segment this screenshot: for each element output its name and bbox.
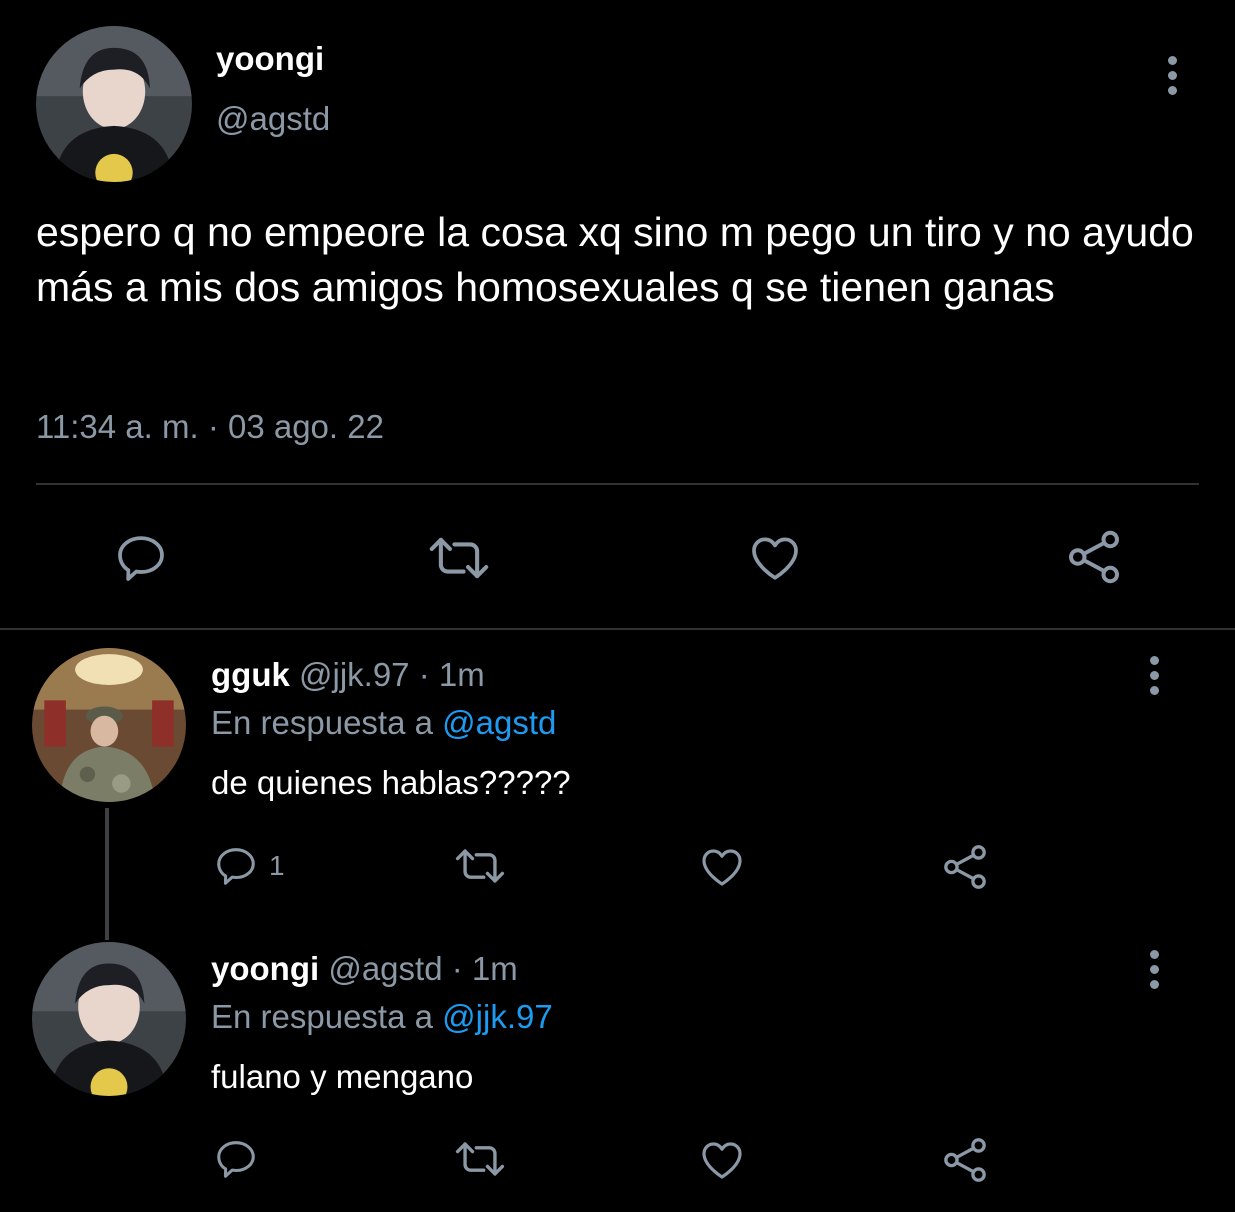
main-tweet-avatar[interactable] <box>36 26 192 182</box>
retweet-icon <box>455 849 505 883</box>
reply-1-context-prefix: En respuesta a <box>211 704 433 741</box>
reply-1-reply-button[interactable]: 1 <box>213 843 285 889</box>
like-icon <box>752 537 798 580</box>
main-reply-button[interactable] <box>113 530 169 586</box>
reply-1-retweet-button[interactable] <box>452 843 508 889</box>
reply-1-more-icon[interactable] <box>1139 650 1169 700</box>
reply-2-retweet-button[interactable] <box>452 1136 508 1182</box>
share-icon <box>944 1138 986 1182</box>
main-tweet-text: espero q no empeore la cosa xq sino m pe… <box>36 209 1194 310</box>
reply-2-avatar[interactable] <box>32 942 186 1096</box>
main-retweet-button[interactable] <box>425 530 493 586</box>
reply-icon <box>118 536 164 581</box>
main-tweet-display-name[interactable]: yoongi <box>216 40 324 78</box>
reply-1-text: de quienes hablas????? <box>211 764 571 801</box>
reply-2-reply-button[interactable] <box>213 1136 259 1182</box>
like-icon <box>702 1142 742 1179</box>
reply-1-header: gguk @jjk.97 · 1m <box>211 656 485 694</box>
main-tweet-timestamp: 11:34 a. m. · 03 ago. 22 <box>36 408 384 445</box>
reply-1-display-name[interactable]: gguk <box>211 656 290 693</box>
reply-1-reply-count: 1 <box>269 850 285 881</box>
reply-2-text: fulano y mengano <box>211 1058 474 1095</box>
reply-1-like-button[interactable] <box>697 843 747 891</box>
reply-2-context-prefix: En respuesta a <box>211 998 433 1035</box>
reply-1-mention-link[interactable]: @agstd <box>442 704 556 741</box>
reply-1-avatar[interactable] <box>32 648 186 802</box>
reply-2-header: yoongi @agstd · 1m <box>211 950 518 988</box>
reply-2-handle[interactable]: @agstd <box>328 950 442 987</box>
retweet-icon <box>455 1142 505 1176</box>
reply-2-context: En respuesta a @jjk.97 <box>211 998 553 1036</box>
share-icon <box>944 845 986 889</box>
reply-icon <box>217 1141 255 1178</box>
main-like-button[interactable] <box>746 530 804 586</box>
main-tweet-divider <box>36 483 1199 485</box>
main-tweet-handle[interactable]: @agstd <box>216 100 330 138</box>
main-tweet-more-icon[interactable] <box>1157 50 1187 100</box>
reply-2-mention-link[interactable]: @jjk.97 <box>442 998 553 1035</box>
like-icon <box>702 849 742 886</box>
reply-icon <box>217 848 255 885</box>
reply-1-context: En respuesta a @agstd <box>211 704 556 742</box>
main-share-button[interactable] <box>1064 527 1124 587</box>
reply-1-time: · 1m <box>418 656 485 693</box>
reply-2-time: · 1m <box>451 950 518 987</box>
reply-1-handle[interactable]: @jjk.97 <box>299 656 410 693</box>
reply-2-share-button[interactable] <box>940 1135 990 1185</box>
reply-2-display-name[interactable]: yoongi <box>211 950 319 987</box>
reply-2-like-button[interactable] <box>697 1136 747 1184</box>
share-icon <box>1068 530 1120 584</box>
thread-connector-line <box>105 808 109 940</box>
reply-1-share-button[interactable] <box>940 842 990 892</box>
retweet-icon <box>429 537 489 579</box>
section-divider <box>0 628 1235 630</box>
reply-2-more-icon[interactable] <box>1139 944 1169 994</box>
